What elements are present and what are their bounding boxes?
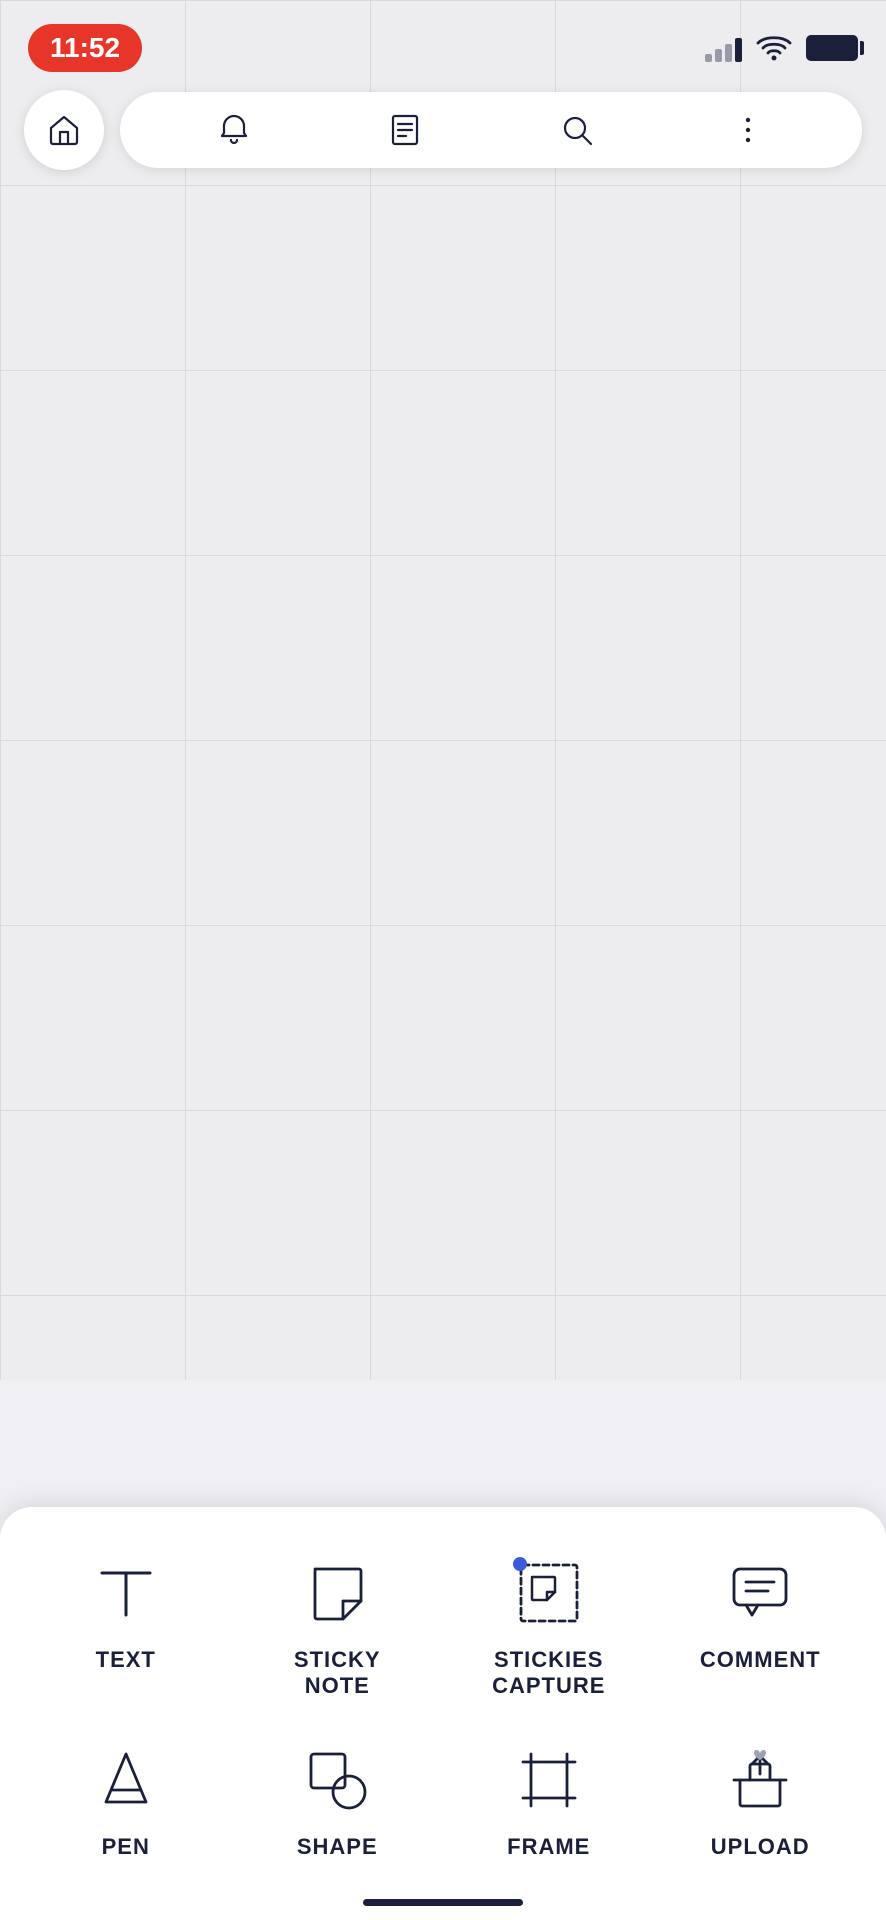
home-indicator <box>363 1899 523 1906</box>
more-button[interactable] <box>722 104 774 156</box>
upload-icon <box>726 1746 794 1814</box>
pen-icon-wrap <box>86 1740 166 1820</box>
top-toolbar <box>0 80 886 180</box>
upload-icon-wrap <box>720 1740 800 1820</box>
shape-tool[interactable]: SHAPE <box>232 1730 444 1870</box>
upload-tool[interactable]: UPLOAD <box>655 1730 867 1870</box>
stickies-capture-icon-wrap <box>509 1553 589 1633</box>
search-icon <box>559 112 595 148</box>
action-bar <box>120 92 862 168</box>
wifi-icon <box>756 34 792 62</box>
pen-icon <box>92 1746 160 1814</box>
sticky-note-tool-label: STICKYNOTE <box>294 1647 381 1700</box>
frame-icon <box>515 1746 583 1814</box>
battery-icon <box>806 35 858 61</box>
sticky-note-icon-wrap <box>297 1553 377 1633</box>
status-icons <box>705 34 858 62</box>
text-tool-label: TEXT <box>96 1647 156 1673</box>
more-icon <box>730 112 766 148</box>
bottom-toolbar: TEXT STICKYNOTE <box>0 1507 886 1920</box>
home-button[interactable] <box>24 90 104 170</box>
comment-tool-label: COMMENT <box>700 1647 821 1673</box>
pen-tool[interactable]: PEN <box>20 1730 232 1870</box>
search-button[interactable] <box>551 104 603 156</box>
frame-tool-label: FRAME <box>507 1834 590 1860</box>
stickies-capture-tool[interactable]: STICKIESCAPTURE <box>443 1543 655 1710</box>
stickies-capture-tool-label: STICKIESCAPTURE <box>492 1647 605 1700</box>
comment-icon <box>726 1559 794 1627</box>
tool-grid: TEXT STICKYNOTE <box>20 1543 866 1870</box>
text-icon <box>92 1559 160 1627</box>
stickies-capture-icon <box>515 1559 583 1627</box>
document-button[interactable] <box>379 104 431 156</box>
comment-tool[interactable]: COMMENT <box>655 1543 867 1710</box>
stickies-capture-dot <box>513 1557 527 1571</box>
notification-button[interactable] <box>208 104 260 156</box>
text-tool[interactable]: TEXT <box>20 1543 232 1710</box>
text-icon-wrap <box>86 1553 166 1633</box>
bell-icon <box>216 112 252 148</box>
sticky-note-tool[interactable]: STICKYNOTE <box>232 1543 444 1710</box>
shape-tool-label: SHAPE <box>297 1834 378 1860</box>
upload-tool-label: UPLOAD <box>711 1834 810 1860</box>
canvas-area[interactable] <box>0 0 886 1380</box>
time-display: 11:52 <box>28 24 142 72</box>
status-bar: 11:52 <box>0 0 886 80</box>
document-icon <box>387 112 423 148</box>
signal-icon <box>705 34 742 62</box>
home-icon <box>46 112 82 148</box>
frame-tool[interactable]: FRAME <box>443 1730 655 1870</box>
pen-tool-label: PEN <box>102 1834 150 1860</box>
shape-icon-wrap <box>297 1740 377 1820</box>
shape-icon <box>303 1746 371 1814</box>
sticky-note-icon <box>303 1559 371 1627</box>
frame-icon-wrap <box>509 1740 589 1820</box>
comment-icon-wrap <box>720 1553 800 1633</box>
